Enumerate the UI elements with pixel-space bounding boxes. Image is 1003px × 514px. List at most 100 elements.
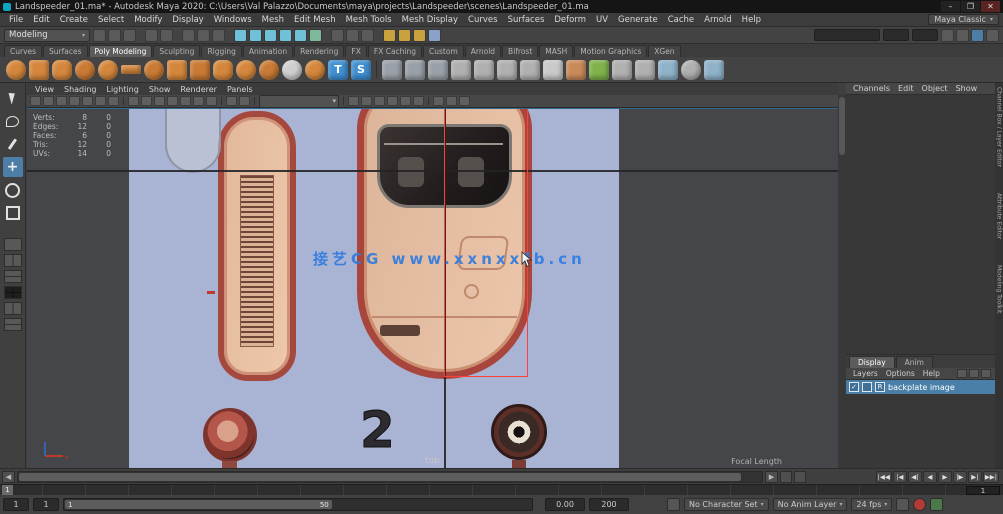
shelf-poly-soccer-icon[interactable]	[282, 60, 302, 80]
shelf-extract-icon[interactable]	[497, 60, 517, 80]
cb-menu-item-1[interactable]: Edit	[895, 84, 917, 93]
snap-to-point-icon[interactable]	[264, 29, 277, 42]
fps-dropdown[interactable]: 24 fps ▾	[851, 498, 892, 511]
range-slider-thumb[interactable]: 1 50	[65, 500, 332, 509]
transform-y-field[interactable]	[912, 29, 938, 41]
side-tab-0[interactable]: Channel Box / Layer Editor	[996, 87, 1003, 167]
animation-end-field[interactable]: 200	[589, 498, 629, 511]
shelf-poly-superellipse-icon[interactable]	[305, 60, 325, 80]
shelf-tab-4[interactable]: Rigging	[201, 45, 241, 57]
layout-two-side-by-side-button[interactable]	[4, 254, 22, 267]
scroll-right-arrow[interactable]: ▶	[765, 471, 778, 483]
shelf-poly-pyramid-icon[interactable]	[190, 60, 210, 80]
layer-options-icon[interactable]	[981, 369, 991, 378]
viewport-h-scrollbar[interactable]	[17, 471, 763, 483]
character-set-icon[interactable]	[667, 498, 680, 511]
shelf-tab-5[interactable]: Animation	[243, 45, 293, 57]
menu-item-17[interactable]: Arnold	[699, 15, 737, 25]
character-set-dropdown[interactable]: No Character Set ▾	[684, 498, 769, 511]
menu-item-0[interactable]: File	[4, 15, 28, 25]
channel-box-toggle-icon[interactable]	[971, 29, 984, 42]
auto-keyframe-toggle-icon[interactable]	[913, 498, 926, 511]
layer-playback-checkbox[interactable]	[862, 382, 872, 392]
play-forwards-button[interactable]: ▶	[938, 471, 952, 483]
set-key-icon[interactable]	[896, 498, 909, 511]
menu-item-2[interactable]: Create	[55, 15, 93, 25]
menu-set-selector[interactable]: Modeling ▾	[4, 29, 90, 42]
scrollbar-thumb[interactable]	[19, 473, 741, 481]
vp-motion-blur-icon[interactable]	[387, 96, 398, 106]
menu-item-10[interactable]: Mesh Display	[397, 15, 463, 25]
animation-preferences-icon[interactable]	[930, 498, 943, 511]
shelf-tab-8[interactable]: FX Caching	[368, 45, 422, 57]
viewport-canvas[interactable]: 2 接艺CG www.xxnxxfb.cn Verts:80Edges:120F…	[27, 108, 838, 468]
step-back-key-button[interactable]: ◀|	[908, 471, 922, 483]
layout-two-stacked-button[interactable]	[4, 270, 22, 283]
vp-field-chart-icon[interactable]	[180, 96, 191, 106]
shelf-tab-12[interactable]: MASH	[539, 45, 573, 57]
layer-display-type-box[interactable]: R	[875, 382, 885, 392]
shelf-poly-platonic-icon[interactable]	[167, 60, 187, 80]
shelf-tab-7[interactable]: FX	[345, 45, 366, 57]
shelf-combine-icon[interactable]	[451, 60, 471, 80]
shelf-poly-disc-icon[interactable]	[144, 60, 164, 80]
select-by-object-icon[interactable]	[197, 29, 210, 42]
shelf-tab-9[interactable]: Custom	[423, 45, 464, 57]
redo-icon[interactable]	[160, 29, 173, 42]
range-start-handle[interactable]: 1	[68, 501, 72, 509]
layout-single-pane-button[interactable]	[4, 238, 22, 251]
shelf-tab-11[interactable]: Bifrost	[502, 45, 538, 57]
le-menu-item-2[interactable]: Help	[920, 369, 943, 378]
ipr-render-icon[interactable]	[413, 29, 426, 42]
range-slider[interactable]: 1 50	[63, 498, 533, 511]
vp-camera-selector-dropdown[interactable]: ▾	[259, 95, 339, 108]
shelf-quad-draw-icon[interactable]	[589, 60, 609, 80]
shelf-tab-3[interactable]: Sculpting	[153, 45, 200, 57]
vp-menu-item-4[interactable]: Renderer	[176, 85, 221, 94]
step-forward-frame-button[interactable]: ▶|	[968, 471, 982, 483]
snap-to-grid-icon[interactable]	[234, 29, 247, 42]
render-current-frame-icon[interactable]	[398, 29, 411, 42]
layout-four-view-button[interactable]	[4, 286, 22, 299]
scrollbar-thumb[interactable]	[839, 97, 845, 155]
vp-ao-icon[interactable]	[374, 96, 385, 106]
vp-2d-pan-zoom-icon[interactable]	[95, 96, 106, 106]
vp-menu-item-2[interactable]: Lighting	[102, 85, 142, 94]
vp-image-plane-icon[interactable]	[82, 96, 93, 106]
shelf-poly-sphere-icon[interactable]	[6, 60, 26, 80]
menu-item-13[interactable]: Deform	[549, 15, 591, 25]
snap-to-projected-center-icon[interactable]	[279, 29, 292, 42]
shelf-boolean-intersect-icon[interactable]	[428, 60, 448, 80]
snap-to-view-plane-icon[interactable]	[294, 29, 307, 42]
render-settings-icon[interactable]	[428, 29, 441, 42]
vp-menu-item-3[interactable]: Show	[145, 85, 175, 94]
cb-menu-item-0[interactable]: Channels	[850, 84, 893, 93]
quick-selection-field[interactable]	[814, 29, 880, 41]
vp-wireframe-on-shaded-icon[interactable]	[459, 96, 470, 106]
menu-item-8[interactable]: Edit Mesh	[289, 15, 341, 25]
shelf-extrude-icon[interactable]	[658, 60, 678, 80]
playback-option-button-2[interactable]	[794, 471, 806, 483]
open-render-view-icon[interactable]	[383, 29, 396, 42]
play-backwards-button[interactable]: ◀	[923, 471, 937, 483]
shelf-poly-gear-icon[interactable]	[259, 60, 279, 80]
shelf-type-icon[interactable]: T	[328, 60, 348, 80]
menu-item-1[interactable]: Edit	[28, 15, 54, 25]
save-scene-icon[interactable]	[123, 29, 136, 42]
vp-menu-item-5[interactable]: Panels	[223, 85, 257, 94]
current-time-field[interactable]: 0.00	[545, 498, 585, 511]
layer-visibility-checkbox[interactable]: ✓	[849, 382, 859, 392]
shelf-poly-plane-icon[interactable]	[121, 65, 141, 74]
paint-select-tool-icon[interactable]	[3, 134, 23, 154]
select-tool-icon[interactable]	[3, 88, 23, 108]
current-frame-marker[interactable]: 1	[2, 485, 13, 495]
new-empty-layer-icon[interactable]	[957, 369, 967, 378]
channel-box-body[interactable]	[846, 95, 995, 355]
vp-xray-icon[interactable]	[446, 96, 457, 106]
construction-history-icon[interactable]	[361, 29, 374, 42]
cb-menu-item-2[interactable]: Object	[919, 84, 951, 93]
anim-layer-dropdown[interactable]: No Anim Layer ▾	[773, 498, 848, 511]
undo-icon[interactable]	[145, 29, 158, 42]
workspace-selector[interactable]: Maya Classic ▾	[928, 14, 999, 25]
menu-item-3[interactable]: Select	[93, 15, 129, 25]
